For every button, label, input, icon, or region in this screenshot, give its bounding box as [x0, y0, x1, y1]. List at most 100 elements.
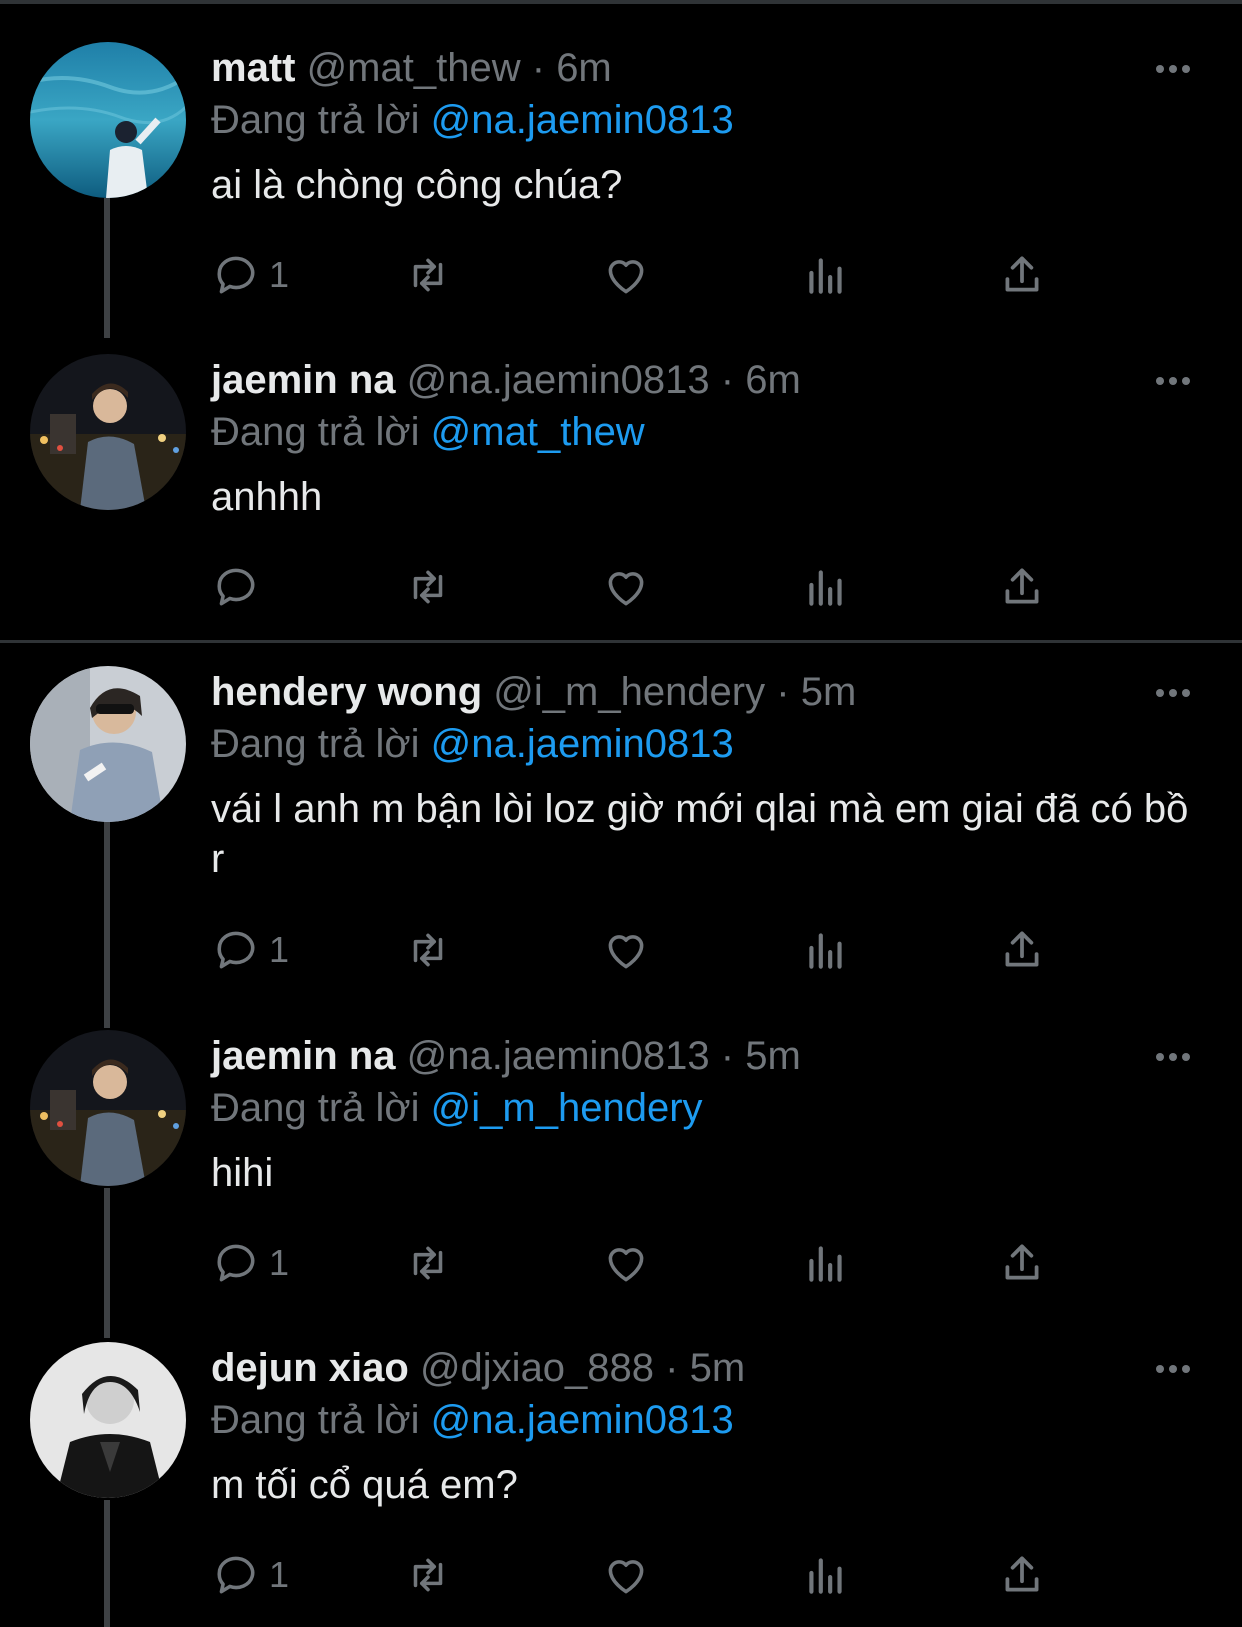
action-bar — [211, 559, 1091, 615]
tweet-header: dejun xiao @djxiao_888 · 5m — [211, 1342, 1202, 1394]
more-dots-icon[interactable] — [1156, 1048, 1196, 1061]
display-name[interactable]: jaemin na — [211, 358, 396, 402]
more-dots-icon[interactable] — [1156, 684, 1196, 697]
reply-count: 1 — [269, 1242, 290, 1283]
analytics-icon — [809, 1246, 842, 1282]
tweet-text: m tối cổ quá em? — [211, 1463, 518, 1507]
display-name[interactable]: dejun xiao — [211, 1346, 409, 1390]
timestamp[interactable]: 5m — [801, 670, 857, 714]
share-button[interactable] — [997, 922, 1047, 978]
replying-prefix: Đang trả lời — [211, 722, 420, 766]
heart-icon — [608, 572, 644, 606]
mention-link[interactable]: @i_m_hendery — [431, 1086, 703, 1130]
tweet-header: jaemin na @na.jaemin0813 · 5m — [211, 1030, 1202, 1082]
heart-icon — [608, 935, 644, 969]
like-button[interactable] — [601, 559, 651, 615]
thread-connector — [104, 198, 110, 338]
more-dots-icon[interactable] — [1156, 372, 1196, 385]
reply-button[interactable] — [211, 559, 269, 615]
reply-count: 1 — [269, 1554, 290, 1595]
replying-prefix: Đang trả lời — [211, 1398, 420, 1442]
views-button[interactable] — [801, 922, 851, 978]
action-bar: 1 — [211, 1547, 1091, 1603]
share-button[interactable] — [997, 1547, 1047, 1603]
replying-prefix: Đang trả lời — [211, 1086, 420, 1130]
views-button[interactable] — [801, 1547, 851, 1603]
retweet-icon — [413, 1246, 443, 1280]
reply-icon — [217, 1244, 255, 1282]
like-button[interactable] — [601, 1547, 651, 1603]
share-button[interactable] — [997, 247, 1047, 303]
analytics-icon — [809, 1558, 842, 1594]
retweet-button[interactable] — [403, 922, 453, 978]
tweet-text: anhhh — [211, 475, 323, 519]
user-handle[interactable]: @mat_thew — [307, 46, 521, 90]
avatar[interactable] — [30, 42, 186, 198]
like-button[interactable] — [601, 1235, 651, 1291]
timestamp[interactable]: 6m — [745, 358, 801, 402]
share-icon — [1005, 931, 1039, 967]
replying-to: Đang trả lời @na.jaemin0813 — [211, 1394, 1202, 1446]
views-button[interactable] — [801, 1235, 851, 1291]
separator-dot: · — [665, 1346, 679, 1390]
user-handle[interactable]: @na.jaemin0813 — [407, 1034, 710, 1078]
user-handle[interactable]: @i_m_hendery — [493, 670, 765, 714]
reply-button[interactable]: 1 — [211, 1547, 289, 1603]
avatar[interactable] — [30, 666, 186, 822]
like-button[interactable] — [601, 922, 651, 978]
avatar[interactable] — [30, 1030, 186, 1186]
display-name[interactable]: hendery wong — [211, 670, 482, 714]
views-button[interactable] — [801, 559, 851, 615]
display-name[interactable]: jaemin na — [211, 1034, 396, 1078]
more-dots-icon[interactable] — [1156, 1360, 1196, 1373]
share-button[interactable] — [997, 1235, 1047, 1291]
replying-prefix: Đang trả lời — [211, 98, 420, 142]
replying-to: Đang trả lời @na.jaemin0813 — [211, 94, 1202, 146]
analytics-icon — [809, 933, 842, 969]
separator-dot: · — [720, 1034, 735, 1078]
tweet-text: vái l anh m bận lòi loz giờ mới qlai mà … — [211, 787, 1189, 881]
avatar[interactable] — [30, 354, 186, 510]
top-border — [0, 0, 1242, 4]
tweet-header: matt @mat_thew · 6m — [211, 42, 1202, 94]
heart-icon — [608, 260, 644, 294]
timestamp[interactable]: 5m — [745, 1034, 801, 1078]
heart-icon — [608, 1560, 644, 1594]
share-button[interactable] — [997, 559, 1047, 615]
reply-button[interactable]: 1 — [211, 922, 289, 978]
mention-link[interactable]: @mat_thew — [431, 410, 645, 454]
reply-button[interactable]: 1 — [211, 1235, 289, 1291]
reply-icon — [217, 256, 255, 294]
timestamp[interactable]: 6m — [556, 46, 612, 90]
user-handle[interactable]: @na.jaemin0813 — [407, 358, 710, 402]
tweet-text: hihi — [211, 1151, 274, 1195]
analytics-icon — [809, 258, 842, 294]
mention-link[interactable]: @na.jaemin0813 — [431, 98, 734, 142]
retweet-button[interactable] — [403, 247, 453, 303]
reply-count: 1 — [269, 929, 290, 970]
share-icon — [1005, 1244, 1039, 1280]
reply-icon — [217, 568, 255, 606]
action-bar: 1 — [211, 1235, 1091, 1291]
mention-link[interactable]: @na.jaemin0813 — [431, 722, 734, 766]
share-icon — [1005, 1556, 1039, 1592]
timestamp[interactable]: 5m — [690, 1346, 746, 1390]
retweet-button[interactable] — [403, 1235, 453, 1291]
views-button[interactable] — [801, 247, 851, 303]
share-icon — [1005, 568, 1039, 604]
retweet-button[interactable] — [403, 1547, 453, 1603]
reply-button[interactable]: 1 — [211, 247, 289, 303]
reply-count: 1 — [269, 254, 290, 295]
thread-connector — [104, 1188, 110, 1338]
more-dots-icon[interactable] — [1156, 60, 1196, 73]
retweet-button[interactable] — [403, 559, 453, 615]
avatar[interactable] — [30, 1342, 186, 1498]
retweet-icon — [413, 258, 443, 292]
display-name[interactable]: matt — [211, 46, 295, 90]
mention-link[interactable]: @na.jaemin0813 — [431, 1398, 734, 1442]
separator-dot: · — [720, 358, 735, 402]
like-button[interactable] — [601, 247, 651, 303]
action-bar: 1 — [211, 247, 1091, 303]
user-handle[interactable]: @djxiao_888 — [420, 1346, 654, 1390]
analytics-icon — [809, 570, 842, 606]
